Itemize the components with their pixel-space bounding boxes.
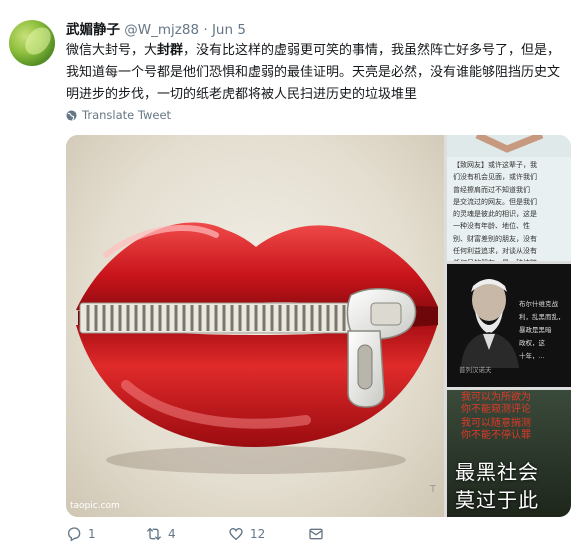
tweet-header: 武媚静子 @W_mjz88 · Jun 5 xyxy=(66,18,246,38)
slogan-big-2: 莫过于此 xyxy=(455,488,539,512)
zipped-lips-illustration xyxy=(76,222,438,474)
main-image-watermark: taopic.com xyxy=(70,501,120,511)
media-image-letter[interactable]: 【致网友】或许这辈子，我 们没有机会见面，或许我们 曾经擦肩而过不知道我们 是交… xyxy=(447,135,571,261)
translate-tweet-link[interactable]: Translate Tweet xyxy=(66,108,171,122)
retweet-button[interactable]: 4 xyxy=(146,526,228,542)
tweet[interactable]: 武媚静子 @W_mjz88 · Jun 5 微信大封号，大封群，没有比这样的虚弱… xyxy=(0,0,572,551)
separator: · xyxy=(203,22,208,38)
media-image-portrait[interactable]: 布尔什维克战 利，乱黑而乱， 暴政是黑暗 政权，这 十年，... 普列汉诺夫 xyxy=(447,264,571,387)
reply-icon xyxy=(67,527,81,542)
portrait-text: 布尔什维克战 利，乱黑而乱， 暴政是黑暗 政权，这 十年，... xyxy=(519,300,565,360)
heart-icon xyxy=(229,527,243,541)
handshake-icon xyxy=(447,135,571,157)
dm-button[interactable] xyxy=(308,526,324,542)
portrait-caption: 普列汉诺夫 xyxy=(459,366,492,374)
media-grid: taopic.com T 【致网友】或许这辈子，我 们没有机会见面，或许我们 曾… xyxy=(66,135,571,517)
tweet-text: 微信大封号，大封群，没有比这样的虚弱更可笑的事情，我虽然阵亡好多号了，但是，我知… xyxy=(66,40,566,106)
envelope-icon xyxy=(309,528,323,540)
author-name[interactable]: 武媚静子 xyxy=(66,22,120,38)
reply-count: 1 xyxy=(88,527,96,541)
slogan-big-1: 最黑社会 xyxy=(455,460,539,484)
slogan-line-2: 你不能窥测评论 xyxy=(461,404,531,415)
tweet-text-part1: 微信大封号，大 xyxy=(66,43,158,58)
media-image-lips[interactable]: taopic.com T xyxy=(66,135,444,517)
letter-text: 【致网友】或许这辈子，我 们没有机会见面，或许我们 曾经擦肩而过不知道我们 是交… xyxy=(453,161,537,261)
tweet-actions: 1 4 12 xyxy=(66,526,324,542)
slogan-line-3: 我可以随意揣测 xyxy=(461,418,531,429)
media-image-slogan[interactable]: 我可以为所欲为 你不能窥测评论 我可以随意揣测 你不能不停认罪 最黑社会 莫过于… xyxy=(447,390,571,517)
translate-label: Translate Tweet xyxy=(82,108,172,122)
tweet-date[interactable]: Jun 5 xyxy=(212,22,246,38)
retweet-icon xyxy=(146,527,162,541)
like-button[interactable]: 12 xyxy=(228,526,308,542)
retweet-count: 4 xyxy=(168,527,176,541)
tweet-text-bold: 封群 xyxy=(157,43,184,58)
globe-icon xyxy=(66,109,77,121)
main-image-watermark-right: T xyxy=(429,484,436,495)
avatar[interactable] xyxy=(9,20,55,66)
author-handle[interactable]: @W_mjz88 xyxy=(124,22,199,38)
slogan-line-4: 你不能不停认罪 xyxy=(461,430,531,441)
slogan-line-1: 我可以为所欲为 xyxy=(461,392,531,403)
like-count: 12 xyxy=(250,527,266,541)
portrait-figure xyxy=(461,279,519,368)
reply-button[interactable]: 1 xyxy=(66,526,146,542)
